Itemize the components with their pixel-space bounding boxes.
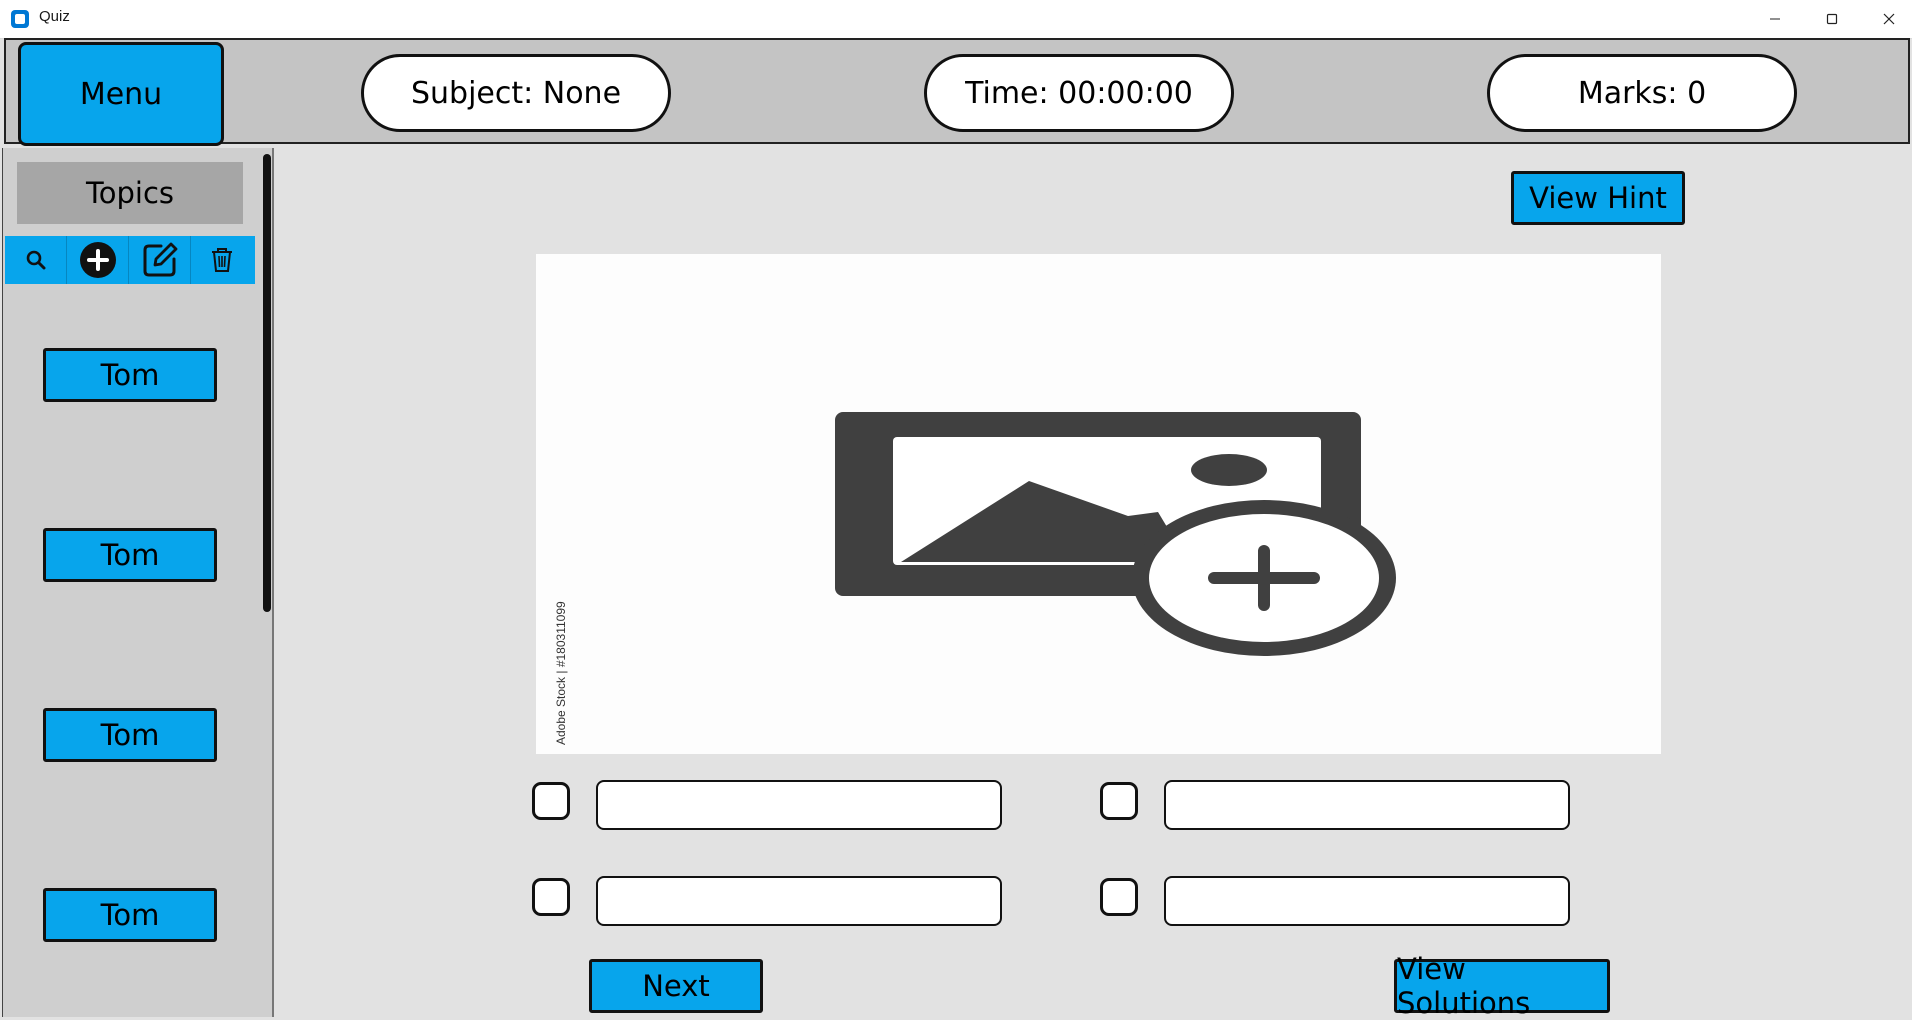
topics-sidebar: Topics Tom Tom Tom Tom — [2, 148, 274, 1017]
topics-title: Topics — [17, 162, 243, 224]
option-checkbox[interactable] — [1100, 782, 1138, 820]
window-title: Quiz — [39, 8, 70, 25]
menu-button[interactable]: Menu — [18, 42, 224, 146]
question-image — [536, 254, 1661, 754]
stock-watermark-caption: Adobe Stock | #180311099 — [554, 601, 568, 745]
view-solutions-button[interactable]: View Solutions — [1394, 952, 1610, 1020]
option-input[interactable] — [1164, 780, 1570, 830]
option-checkbox[interactable] — [532, 782, 570, 820]
edit-icon[interactable] — [129, 236, 191, 284]
close-icon[interactable] — [1860, 0, 1912, 38]
topic-button[interactable]: Tom — [43, 348, 217, 402]
maximize-icon[interactable] — [1803, 0, 1861, 38]
option-checkbox[interactable] — [532, 878, 570, 916]
subject-display: Subject: None — [361, 54, 671, 132]
app-icon — [11, 10, 29, 28]
quiz-header: Menu Subject: None Time: 00:00:00 Marks:… — [4, 38, 1910, 146]
topic-button[interactable]: Tom — [43, 888, 217, 942]
topic-button[interactable]: Tom — [43, 528, 217, 582]
topic-button[interactable]: Tom — [43, 708, 217, 762]
option-input[interactable] — [596, 876, 1002, 926]
trash-icon[interactable] — [191, 236, 253, 284]
topic-toolbar — [5, 236, 255, 284]
search-icon[interactable] — [5, 236, 67, 284]
add-circle-icon[interactable] — [67, 236, 129, 284]
add-image-icon — [536, 254, 1661, 754]
minimize-icon[interactable] — [1746, 0, 1804, 38]
option-input[interactable] — [596, 780, 1002, 830]
timer-display: Time: 00:00:00 — [924, 54, 1234, 132]
marks-display: Marks: 0 — [1487, 54, 1797, 132]
option-input[interactable] — [1164, 876, 1570, 926]
window-titlebar: Quiz — [0, 0, 1912, 39]
view-hint-button[interactable]: View Hint — [1511, 171, 1685, 225]
sidebar-scrollbar[interactable] — [263, 154, 271, 612]
option-checkbox[interactable] — [1100, 878, 1138, 916]
next-button[interactable]: Next — [589, 959, 763, 1013]
